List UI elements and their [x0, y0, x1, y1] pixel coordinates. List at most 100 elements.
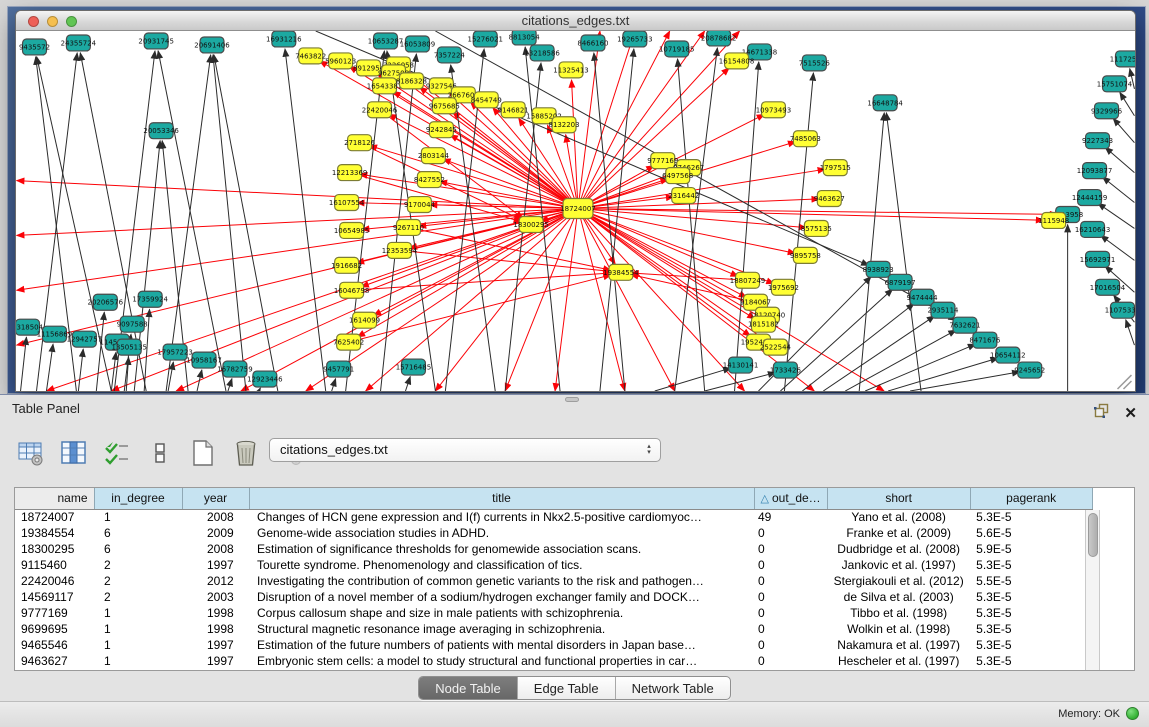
citation-edge[interactable] [21, 337, 27, 391]
citation-edge[interactable] [405, 377, 410, 391]
network-node[interactable]: 9895758 [790, 247, 821, 263]
citation-edge[interactable] [78, 349, 83, 391]
table-row[interactable]: 977716911998Corpus callosum shape and si… [15, 605, 1092, 621]
citation-edge-red[interactable] [578, 209, 1058, 215]
citation-edge[interactable] [228, 379, 232, 391]
citation-edge-red[interactable] [17, 209, 578, 236]
network-node[interactable]: 2316442 [668, 188, 699, 204]
citation-edge[interactable] [594, 53, 625, 391]
table-row[interactable]: 2242004622012Investigating the contribut… [15, 573, 1092, 589]
network-node[interactable]: 9245652 [1014, 362, 1045, 378]
citation-edge[interactable] [910, 372, 1020, 391]
network-node[interactable]: 1975692 [768, 279, 799, 295]
network-node[interactable]: 24355724 [61, 35, 97, 51]
network-node[interactable]: 8132203 [549, 117, 580, 133]
network-node[interactable]: 20931745 [138, 33, 173, 49]
table-scrollbar-thumb[interactable] [1088, 513, 1098, 557]
citation-edge[interactable] [1113, 118, 1134, 142]
table-scrollbar[interactable] [1085, 510, 1100, 670]
citation-edge[interactable] [285, 49, 326, 391]
network-node[interactable]: 2522544 [760, 339, 792, 355]
network-node[interactable]: 2935114 [927, 302, 959, 318]
citation-edge[interactable] [259, 388, 261, 391]
citation-edge-red[interactable] [17, 209, 578, 291]
network-node[interactable]: 9170044 [404, 197, 436, 213]
network-node[interactable]: 12213369 [332, 165, 367, 181]
column-header-title[interactable]: title [249, 488, 754, 509]
network-node[interactable]: 1797515 [820, 160, 851, 176]
citation-edge[interactable] [213, 55, 246, 391]
network-node[interactable]: 7632621 [949, 317, 980, 333]
network-node[interactable]: 7463822 [295, 48, 326, 64]
network-node[interactable]: 9457791 [323, 361, 354, 377]
network-node[interactable]: 16648784 [867, 95, 903, 111]
network-node[interactable]: 14130141 [723, 357, 758, 373]
network-node[interactable]: 20691406 [194, 37, 229, 53]
tab-edge-table[interactable]: Edge Table [518, 677, 616, 699]
network-node[interactable]: 7485063 [790, 131, 821, 147]
table-row[interactable]: 911546021997Tourette syndrome. Phenomeno… [15, 557, 1092, 573]
new-table-icon[interactable] [188, 438, 218, 468]
citation-edge[interactable] [859, 113, 884, 391]
network-node[interactable]: 6879197 [885, 274, 916, 290]
table-settings-icon[interactable] [16, 438, 46, 468]
table-row[interactable]: 1872400712008Changes of HCN gene express… [15, 509, 1092, 525]
citation-edge-red[interactable] [578, 31, 670, 209]
network-node[interactable]: 8813054 [509, 31, 541, 45]
table-row[interactable]: 946554611997Estimation of the future num… [15, 637, 1092, 653]
table-select-dropdown[interactable]: citations_edges.txt ▴▾ [269, 438, 661, 462]
network-node[interactable]: 9463627 [814, 191, 845, 207]
select-column-icon[interactable] [59, 438, 89, 468]
citation-edge[interactable] [158, 51, 226, 391]
network-node[interactable]: 9329966 [1091, 103, 1122, 119]
network-node[interactable]: 15692971 [1080, 251, 1115, 267]
network-node[interactable]: 10654985 [334, 222, 369, 238]
delete-table-icon[interactable] [231, 438, 261, 468]
citation-edge[interactable] [96, 312, 104, 391]
network-node[interactable]: 20878682 [701, 31, 736, 46]
network-node[interactable]: 8471676 [969, 332, 1000, 348]
network-node[interactable]: 13218586 [524, 45, 559, 61]
network-node[interactable]: 11325413 [553, 62, 588, 78]
network-node[interactable]: 5960123 [325, 53, 356, 69]
network-node[interactable]: 20053346 [143, 123, 178, 139]
citation-edge-red[interactable] [555, 209, 578, 391]
table-row[interactable]: 946362711997Embryonic stem cells: a mode… [15, 653, 1092, 669]
column-header-in_degree[interactable]: in_degree [94, 488, 182, 509]
column-header-pagerank[interactable]: pagerank [970, 488, 1092, 509]
network-node[interactable]: 1733426 [770, 362, 801, 378]
network-node[interactable]: 15716485 [396, 359, 431, 375]
network-node[interactable]: 2718126 [344, 135, 375, 151]
network-node[interactable]: 8575135 [801, 220, 832, 236]
network-node[interactable]: 8938923 [863, 261, 894, 277]
citation-edge-red[interactable] [578, 209, 738, 277]
network-node[interactable]: 9227343 [1082, 133, 1113, 149]
network-node[interactable]: 15276021 [468, 31, 503, 47]
network-node[interactable]: 6497568 [662, 168, 693, 184]
network-node[interactable]: 2803144 [418, 148, 450, 164]
citation-edge-red[interactable] [505, 209, 578, 391]
network-node[interactable]: 9097588 [117, 316, 148, 332]
citation-edge-red[interactable] [17, 181, 578, 209]
network-node[interactable]: 7515526 [799, 55, 830, 71]
window-titlebar[interactable]: citations_edges.txt [16, 11, 1135, 31]
network-node[interactable]: 16046798 [334, 282, 369, 298]
citation-edge[interactable] [802, 303, 914, 391]
network-node[interactable]: 10973493 [756, 102, 791, 118]
network-node[interactable]: 7625402 [333, 334, 364, 350]
citation-edge-red[interactable] [399, 250, 610, 271]
network-node[interactable]: 9146821 [498, 102, 529, 118]
close-panel-icon[interactable]: ✕ [1124, 407, 1137, 421]
table-row[interactable]: 969969511998Structural magnetic resonanc… [15, 621, 1092, 637]
citation-edge[interactable] [678, 59, 705, 391]
network-node-hub[interactable]: 18724007 [560, 199, 595, 219]
network-node[interactable]: 15751074 [1097, 76, 1133, 92]
network-node[interactable]: 8186328 [396, 73, 427, 89]
network-node[interactable]: 16210643 [1075, 221, 1110, 237]
citation-edge[interactable] [823, 316, 934, 391]
network-node[interactable]: 10653287 [368, 33, 403, 49]
network-node[interactable]: 1614099 [349, 312, 380, 328]
tab-network-table[interactable]: Network Table [616, 677, 730, 699]
network-node[interactable]: 9267110 [393, 219, 424, 235]
network-node[interactable]: 16107554 [329, 195, 365, 211]
